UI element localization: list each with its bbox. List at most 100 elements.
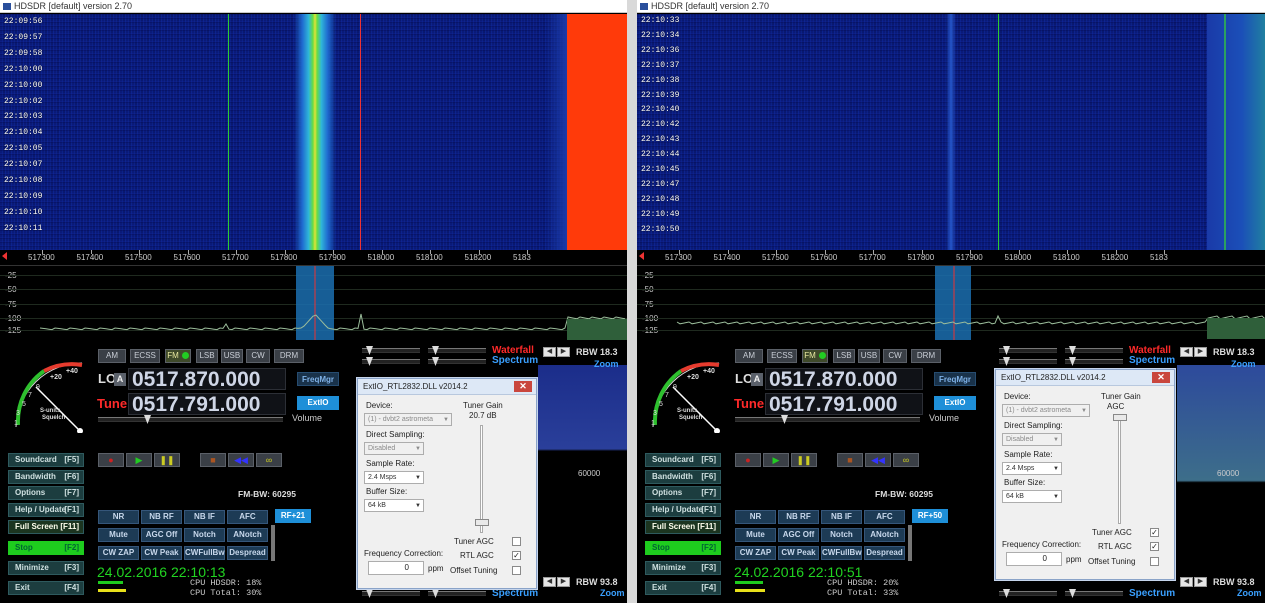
rbw-down-button[interactable]: ◀	[1180, 347, 1193, 357]
play-button[interactable]: ▶	[126, 453, 152, 467]
volume-slider[interactable]	[98, 415, 283, 424]
close-icon[interactable]: ✕	[514, 381, 532, 392]
freqmgr-button[interactable]: FreqMgr	[934, 372, 976, 386]
dsp-mute-button[interactable]: Mute	[98, 528, 139, 542]
rbw-down-button[interactable]: ◀	[543, 347, 556, 357]
tune-frequency-display[interactable]: 0517.791.000	[765, 393, 923, 415]
dsp-nr-button[interactable]: NR	[98, 510, 139, 524]
rewind-button[interactable]: ◀◀	[865, 453, 891, 467]
waterfall-slider-4[interactable]	[428, 357, 486, 366]
waterfall-display[interactable]: 22:10:33 22:10:34 22:10:36 22:10:37 22:10:38…	[637, 14, 1265, 250]
mode-lsb-button[interactable]: LSB	[833, 349, 855, 363]
buffer-size-select[interactable]: 64 kB ▼	[364, 499, 424, 512]
scroll-left-icon[interactable]	[639, 252, 644, 260]
dsp-nb-if-button[interactable]: NB IF	[184, 510, 225, 524]
waterfall-slider-1[interactable]	[362, 346, 420, 355]
dsp-cw-zap-button[interactable]: CW ZAP	[735, 546, 776, 560]
sidebar-help-update-button[interactable]: Help / Update [F1]	[8, 503, 84, 517]
sidebar-bandwidth-button[interactable]: Bandwidth [F6]	[8, 470, 84, 484]
mode-usb-button[interactable]: USB	[221, 349, 243, 363]
waterfall-slider-2[interactable]	[1065, 346, 1123, 355]
freqmgr-button[interactable]: FreqMgr	[297, 372, 339, 386]
dsp-agc-off-button[interactable]: AGC Off	[778, 528, 819, 542]
device-select[interactable]: (1) - dvbt2 astrometa ▼	[364, 413, 452, 426]
close-icon[interactable]: ✕	[1152, 372, 1170, 383]
rbw2-up-button[interactable]: ▶	[1194, 577, 1207, 587]
freq-correction-input[interactable]: 0	[1006, 552, 1062, 566]
rbw2-up-button[interactable]: ▶	[557, 577, 570, 587]
dsp-cwfullbw-button[interactable]: CWFullBw	[184, 546, 225, 560]
spectrum-display[interactable]: -25-50-75-100-125	[637, 266, 1265, 340]
direct-sampling-select[interactable]: Disabled ▼	[364, 442, 424, 455]
waterfall-slider-2[interactable]	[428, 346, 486, 355]
sidebar-soundcard-button[interactable]: Soundcard [F5]	[8, 453, 84, 467]
dsp-notch-button[interactable]: Notch	[821, 528, 862, 542]
mode-am-button[interactable]: AM	[735, 349, 763, 363]
vfo-a-button[interactable]: A	[114, 373, 126, 386]
mode-cw-button[interactable]: CW	[883, 349, 907, 363]
waterfall-slider-4[interactable]	[1065, 357, 1123, 366]
mode-ecss-button[interactable]: ECSS	[130, 349, 160, 363]
rtl-agc-checkbox[interactable]: ✓	[1150, 542, 1159, 551]
dsp-despread-button[interactable]: Despread	[864, 546, 905, 560]
sidebar-exit-button[interactable]: Exit [F4]	[8, 581, 84, 595]
rewind-button[interactable]: ◀◀	[228, 453, 254, 467]
sidebar-full-screen-button[interactable]: Full Screen [F11]	[645, 520, 721, 534]
dsp-afc-button[interactable]: AFC	[864, 510, 905, 524]
sample-rate-select[interactable]: 2.4 Msps ▼	[364, 471, 424, 484]
rbw2-down-button[interactable]: ◀	[1180, 577, 1193, 587]
rbw2-down-button[interactable]: ◀	[543, 577, 556, 587]
sidebar-options-button[interactable]: Options [F7]	[645, 486, 721, 500]
sidebar-minimize-button[interactable]: Minimize [F3]	[645, 561, 721, 575]
offset-tuning-checkbox[interactable]	[1150, 557, 1159, 566]
loop-button[interactable]: ∞	[256, 453, 282, 467]
vfo-a-button[interactable]: A	[751, 373, 763, 386]
scroll-left-icon[interactable]	[2, 252, 7, 260]
dsp-anotch-button[interactable]: ANotch	[227, 528, 268, 542]
sidebar-help-update-button[interactable]: Help / Update [F1]	[645, 503, 721, 517]
dsp-cw-zap-button[interactable]: CW ZAP	[98, 546, 139, 560]
tuner-gain-knob[interactable]	[475, 519, 489, 526]
tuner-gain-track[interactable]	[1118, 416, 1121, 524]
freq-correction-input[interactable]: 0	[368, 561, 424, 575]
dsp-notch-button[interactable]: Notch	[184, 528, 225, 542]
mode-lsb-button[interactable]: LSB	[196, 349, 218, 363]
tuner-agc-checkbox[interactable]	[512, 537, 521, 546]
sidebar-soundcard-button[interactable]: Soundcard [F5]	[645, 453, 721, 467]
rbw-up-button[interactable]: ▶	[557, 347, 570, 357]
tuner-agc-checkbox[interactable]: ✓	[1150, 528, 1159, 537]
spectrum-display[interactable]: -25-50-75-100-125	[0, 266, 627, 340]
device-select[interactable]: (1) - dvbt2 astrometa ▼	[1002, 404, 1090, 417]
tune-frequency-display[interactable]: 0517.791.000	[128, 393, 286, 415]
fm-bw-slider[interactable]	[908, 525, 912, 561]
waterfall-slider-1[interactable]	[999, 346, 1057, 355]
stop-tape-button[interactable]: ■	[837, 453, 863, 467]
mode-ecss-button[interactable]: ECSS	[767, 349, 797, 363]
sidebar-exit-button[interactable]: Exit [F4]	[645, 581, 721, 595]
extio-button[interactable]: ExtIO	[297, 396, 339, 410]
sidebar-stop-button[interactable]: Stop [F2]	[645, 541, 721, 555]
pause-button[interactable]: ❚❚	[791, 453, 817, 467]
record-button[interactable]: ●	[735, 453, 761, 467]
rf-gain-button[interactable]: RF+50	[912, 509, 948, 523]
loop-button[interactable]: ∞	[893, 453, 919, 467]
mode-fm-button[interactable]: FM	[802, 349, 828, 363]
frequency-scale[interactable]: 517300 517400 517500 517600 517700 517800 5179…	[0, 250, 627, 266]
sidebar-bandwidth-button[interactable]: Bandwidth [F6]	[645, 470, 721, 484]
volume-slider[interactable]	[735, 415, 920, 424]
volume-thumb[interactable]	[781, 415, 788, 424]
tuner-gain-track[interactable]	[480, 425, 483, 533]
lo-frequency-display[interactable]: 0517.870.000	[765, 368, 923, 390]
dsp-anotch-button[interactable]: ANotch	[864, 528, 905, 542]
spectrum-slider-1[interactable]	[999, 589, 1057, 598]
sidebar-minimize-button[interactable]: Minimize [F3]	[8, 561, 84, 575]
pause-button[interactable]: ❚❚	[154, 453, 180, 467]
tuner-gain-knob[interactable]	[1113, 414, 1127, 421]
record-button[interactable]: ●	[98, 453, 124, 467]
dsp-cw-peak-button[interactable]: CW Peak	[141, 546, 182, 560]
mode-cw-button[interactable]: CW	[246, 349, 270, 363]
fm-bw-slider[interactable]	[271, 525, 275, 561]
sidebar-options-button[interactable]: Options [F7]	[8, 486, 84, 500]
dsp-agc-off-button[interactable]: AGC Off	[141, 528, 182, 542]
waterfall-slider-3[interactable]	[999, 357, 1057, 366]
